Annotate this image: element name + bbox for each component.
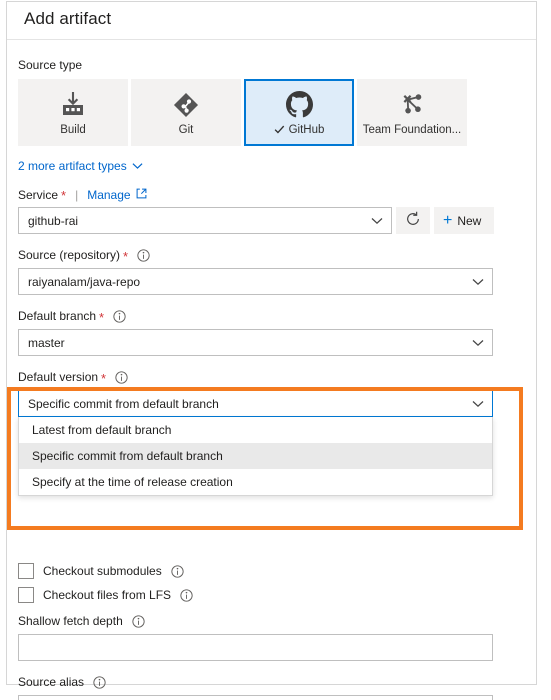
default-branch-required-marker: * [99, 309, 105, 325]
panel-header: Add artifact [7, 2, 536, 40]
default-version-option-latest[interactable]: Latest from default branch [19, 417, 492, 443]
refresh-icon [405, 211, 421, 230]
checkout-files-lfs-label: Checkout files from LFS [43, 588, 172, 602]
page-title: Add artifact [24, 9, 112, 28]
more-artifact-types-row: 2 more artifact types [18, 159, 520, 173]
source-repository-required-marker: * [123, 248, 129, 264]
shallow-fetch-depth-label-row: Shallow fetch depth [18, 614, 520, 629]
add-artifact-panel: Add artifact Source type Build Git GitHu… [6, 1, 537, 700]
option-label: Specify at the time of release creation [32, 475, 233, 489]
checkout-files-lfs-checkbox[interactable] [18, 587, 34, 603]
default-branch-value: master [28, 335, 65, 350]
git-icon [172, 90, 200, 120]
chevron-down-icon [472, 336, 484, 350]
shallow-fetch-depth-label: Shallow fetch depth [18, 614, 123, 628]
source-repository-field: Source (repository) * raiyanalam/java-re… [18, 248, 520, 295]
source-repository-dropdown[interactable]: raiyanalam/java-repo [18, 268, 493, 295]
source-type-tile-label-github: GitHub [274, 123, 325, 136]
plus-icon: + [443, 211, 453, 229]
team-foundation-icon [399, 90, 426, 120]
source-type-tiles: Build Git GitHub Team Foundation... [18, 79, 520, 146]
panel-body: Source type Build Git GitHub Team Founda… [7, 40, 536, 700]
source-type-tile-team-foundation[interactable]: Team Foundation... [357, 79, 467, 146]
manage-link[interactable]: Manage [87, 188, 146, 202]
build-icon [60, 90, 86, 120]
checkout-submodules-label-row: Checkout submodules [43, 564, 184, 578]
new-service-button[interactable]: + New [434, 207, 495, 234]
source-type-tile-build[interactable]: Build [18, 79, 128, 146]
source-repository-label-row: Source (repository) * [18, 248, 520, 263]
shallow-fetch-depth-field: Shallow fetch depth [18, 614, 520, 661]
default-version-value: Specific commit from default branch [28, 396, 219, 411]
default-branch-label: Default branch [18, 309, 97, 323]
chevron-down-icon [371, 214, 383, 228]
default-version-option-specify-at-release[interactable]: Specify at the time of release creation [19, 469, 492, 495]
check-icon [274, 124, 285, 135]
info-icon[interactable] [171, 564, 184, 578]
service-label-row: Service * | Manage [18, 188, 520, 202]
source-repository-value: raiyanalam/java-repo [28, 274, 141, 289]
default-version-options-list: Latest from default branch Specific comm… [18, 417, 493, 496]
info-icon[interactable] [137, 249, 150, 262]
info-icon[interactable] [180, 588, 193, 602]
source-type-tile-github[interactable]: GitHub [244, 79, 354, 146]
github-icon [285, 90, 313, 120]
more-artifact-types-link[interactable]: 2 more artifact types [18, 159, 143, 173]
source-type-tile-label: Team Foundation... [362, 123, 462, 136]
source-type-label: Source type [18, 58, 83, 72]
option-label: Latest from default branch [32, 423, 172, 437]
checkout-files-lfs-row[interactable]: Checkout files from LFS [18, 587, 520, 603]
service-row: github-rai + New [18, 207, 520, 234]
service-label: Service [18, 188, 59, 202]
service-required-marker: * [61, 188, 67, 203]
default-version-dropdown[interactable]: Specific commit from default branch [18, 390, 493, 417]
source-alias-label-row: Source alias [18, 675, 520, 690]
source-type-tile-label: GitHub [288, 123, 325, 136]
source-repository-label: Source (repository) [18, 248, 121, 262]
label-separator: | [75, 188, 79, 202]
default-branch-label-row: Default branch * [18, 309, 520, 324]
option-label: Specific commit from default branch [32, 449, 223, 463]
source-type-tile-label: Git [178, 123, 194, 136]
chevron-down-icon [472, 397, 484, 411]
default-version-label: Default version [18, 370, 99, 384]
chevron-down-icon [472, 275, 484, 289]
default-version-field: Default version * Specific commit from d… [18, 370, 520, 496]
source-type-tile-label: Build [60, 123, 86, 136]
source-type-tile-git[interactable]: Git [131, 79, 241, 146]
external-link-icon [136, 188, 147, 202]
info-icon[interactable] [132, 615, 145, 628]
service-dropdown[interactable]: github-rai [18, 207, 392, 234]
add-artifact-screen: Add artifact Source type Build Git GitHu… [0, 0, 551, 700]
checkout-files-lfs-label-row: Checkout files from LFS [43, 588, 193, 602]
default-version-required-marker: * [101, 370, 107, 386]
info-icon[interactable] [93, 676, 106, 689]
new-service-button-label: New [457, 213, 482, 228]
chevron-down-icon [132, 159, 143, 173]
default-branch-dropdown[interactable]: master [18, 329, 493, 356]
info-icon[interactable] [115, 371, 128, 384]
more-artifact-types-label: 2 more artifact types [18, 159, 127, 173]
source-alias-label: Source alias [18, 675, 85, 689]
refresh-services-button[interactable] [396, 207, 430, 234]
source-alias-input[interactable]: raiyanalam_java-repo [18, 695, 493, 700]
default-version-option-specific-commit[interactable]: Specific commit from default branch [19, 443, 492, 469]
source-alias-field: Source alias raiyanalam_java-repo [18, 675, 520, 700]
checkout-submodules-label: Checkout submodules [43, 564, 162, 578]
shallow-fetch-depth-input[interactable] [18, 634, 493, 661]
info-icon[interactable] [113, 310, 126, 323]
checkout-submodules-row[interactable]: Checkout submodules [18, 563, 520, 579]
default-version-label-row: Default version * [18, 370, 520, 385]
service-dropdown-value: github-rai [28, 213, 79, 228]
checkout-submodules-checkbox[interactable] [18, 563, 34, 579]
default-branch-field: Default branch * master [18, 309, 520, 356]
manage-link-label: Manage [87, 188, 131, 202]
